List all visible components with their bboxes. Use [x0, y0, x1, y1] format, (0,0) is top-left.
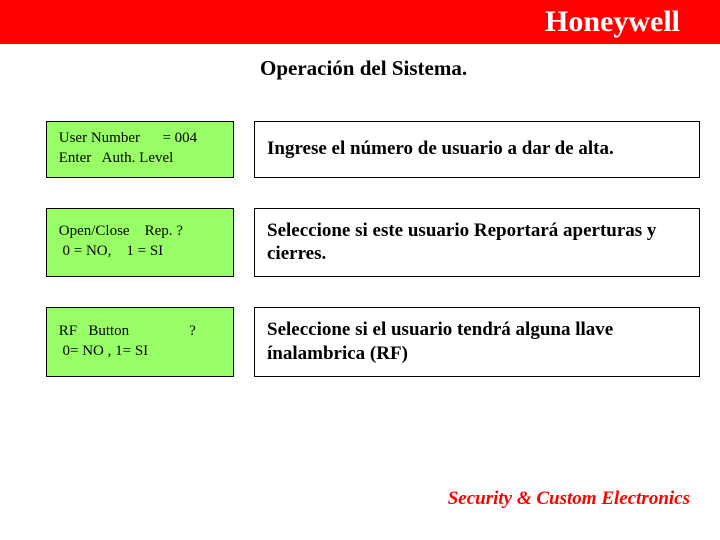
description-text: Ingrese el número de usuario a dar de al… — [267, 137, 614, 161]
lcd-line: Open/Close Rep. ? — [55, 221, 225, 241]
description-box: Seleccione si el usuario tendrá alguna l… — [254, 307, 700, 377]
lcd-line: 0= NO , 1= SI — [55, 341, 225, 361]
content-rows: User Number = 004 Enter Auth. Level Ingr… — [0, 121, 720, 377]
description-box: Ingrese el número de usuario a dar de al… — [254, 121, 700, 178]
footer-tagline: Security & Custom Electronics — [448, 488, 690, 510]
lcd-display-open-close: Open/Close Rep. ? 0 = NO, 1 = SI — [46, 208, 234, 278]
description-box: Seleccione si este usuario Reportará ape… — [254, 208, 700, 278]
row-item: RF Button ? 0= NO , 1= SI Seleccione si … — [0, 307, 720, 377]
lcd-line: RF Button ? — [55, 321, 225, 341]
row-item: User Number = 004 Enter Auth. Level Ingr… — [0, 121, 720, 178]
description-text: Seleccione si este usuario Reportará ape… — [267, 219, 687, 267]
header-bar: Honeywell — [0, 0, 720, 44]
brand-logo: Honeywell — [545, 5, 680, 39]
lcd-line: Enter Auth. Level — [55, 148, 225, 168]
description-text: Seleccione si el usuario tendrá alguna l… — [267, 318, 687, 366]
section-title: Operación del Sistema. — [260, 56, 720, 81]
lcd-display-user-number: User Number = 004 Enter Auth. Level — [46, 121, 234, 178]
row-item: Open/Close Rep. ? 0 = NO, 1 = SI Selecci… — [0, 208, 720, 278]
lcd-line: 0 = NO, 1 = SI — [55, 241, 225, 261]
lcd-line: User Number = 004 — [55, 128, 225, 148]
lcd-display-rf-button: RF Button ? 0= NO , 1= SI — [46, 307, 234, 377]
